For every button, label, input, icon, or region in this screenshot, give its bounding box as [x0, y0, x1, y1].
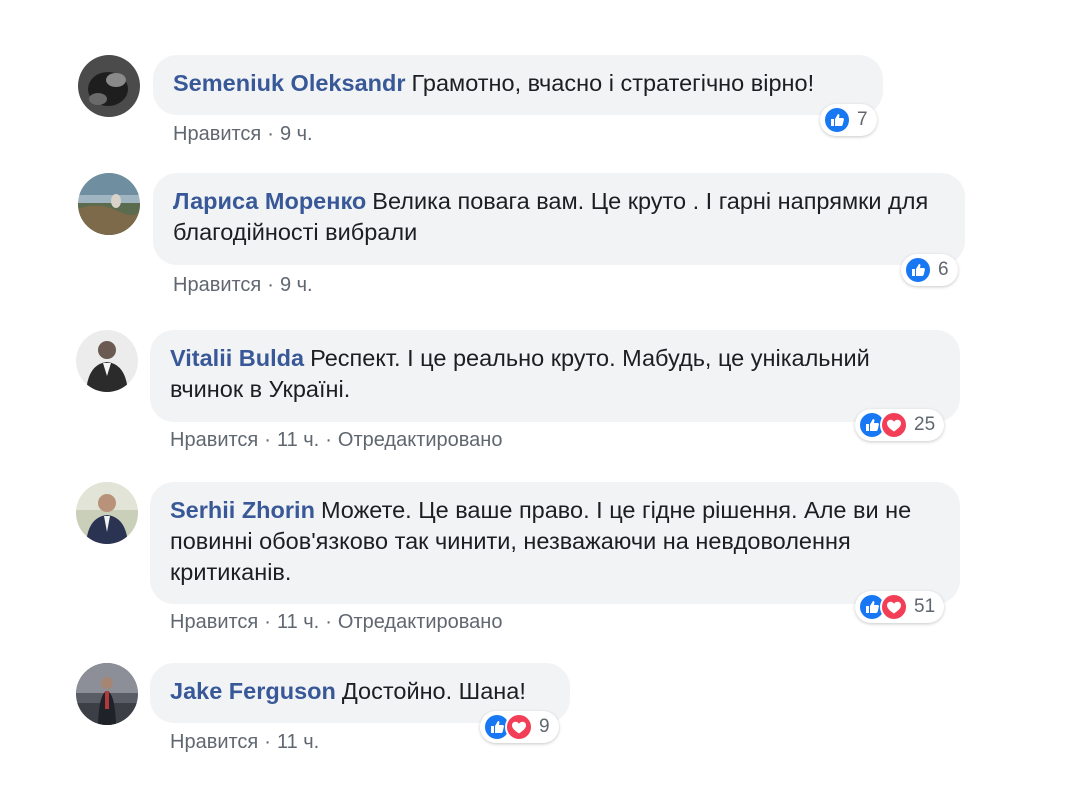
reaction-count: 25 — [914, 414, 936, 435]
comment-author[interactable]: Semeniuk Oleksandr — [173, 70, 406, 96]
separator-dot: · — [264, 611, 271, 633]
separator-dot: · — [264, 731, 271, 753]
reaction-count: 7 — [857, 109, 868, 130]
comment-author[interactable]: Лариса Моренко — [173, 188, 366, 214]
reaction-count: 51 — [914, 596, 936, 617]
reaction-summary[interactable]: 25 — [855, 409, 945, 441]
reaction-count: 9 — [539, 716, 550, 737]
reaction-summary[interactable]: 7 — [820, 104, 877, 136]
like-icon — [823, 106, 851, 134]
love-icon — [880, 593, 908, 621]
comment-time[interactable]: 9 ч. — [280, 123, 313, 145]
comment-actions: Нравится · 9 ч. — [173, 274, 313, 297]
comment-author[interactable]: Vitalii Bulda — [170, 345, 304, 371]
comment-bubble: Serhii Zhorin Можете. Це ваше право. І це… — [150, 482, 960, 604]
comment-bubble: Semeniuk Oleksandr Грамотно, вчасно і стр… — [153, 55, 883, 115]
avatar[interactable] — [76, 330, 138, 392]
comment-author[interactable]: Jake Ferguson — [170, 678, 336, 704]
comment-time[interactable]: 11 ч. — [277, 731, 319, 753]
like-link[interactable]: Нравится — [173, 123, 261, 145]
reaction-summary[interactable]: 51 — [855, 591, 945, 623]
like-link[interactable]: Нравится — [173, 274, 261, 296]
comment-text: Достойно. Шана! — [341, 678, 526, 704]
comment-author[interactable]: Serhii Zhorin — [170, 497, 315, 523]
separator-dot: · — [264, 429, 271, 451]
edited-label[interactable]: Отредактировано — [338, 611, 503, 633]
like-icon — [904, 256, 932, 284]
comment-text: Грамотно, вчасно і стратегічно вірно! — [411, 70, 815, 96]
comment-bubble: Vitalii Bulda Респект. І це реально круто… — [150, 330, 960, 422]
separator-dot: · — [325, 429, 332, 451]
like-link[interactable]: Нравится — [170, 611, 258, 633]
avatar[interactable] — [78, 173, 140, 235]
comment-time[interactable]: 9 ч. — [280, 274, 313, 296]
edited-label[interactable]: Отредактировано — [338, 429, 503, 451]
comment-actions: Нравится · 11 ч. · Отредактировано — [170, 429, 502, 452]
comment-time[interactable]: 11 ч. — [277, 611, 319, 633]
separator-dot: · — [267, 123, 274, 145]
reaction-count: 6 — [938, 259, 949, 280]
comment-actions: Нравится · 11 ч. — [170, 731, 319, 754]
love-icon — [505, 713, 533, 741]
reaction-summary[interactable]: 6 — [901, 254, 958, 286]
comment-time[interactable]: 11 ч. — [277, 429, 319, 451]
comment-actions: Нравится · 9 ч. — [173, 123, 313, 146]
avatar[interactable] — [78, 55, 140, 117]
like-link[interactable]: Нравится — [170, 731, 258, 753]
separator-dot: · — [325, 611, 332, 633]
avatar[interactable] — [76, 482, 138, 544]
like-link[interactable]: Нравится — [170, 429, 258, 451]
comment-bubble: Лариса Моренко Велика повага вам. Це крут… — [153, 173, 965, 265]
comment-actions: Нравится · 11 ч. · Отредактировано — [170, 611, 502, 634]
love-icon — [880, 411, 908, 439]
avatar[interactable] — [76, 663, 138, 725]
reaction-summary[interactable]: 9 — [480, 711, 559, 743]
separator-dot: · — [267, 274, 274, 296]
